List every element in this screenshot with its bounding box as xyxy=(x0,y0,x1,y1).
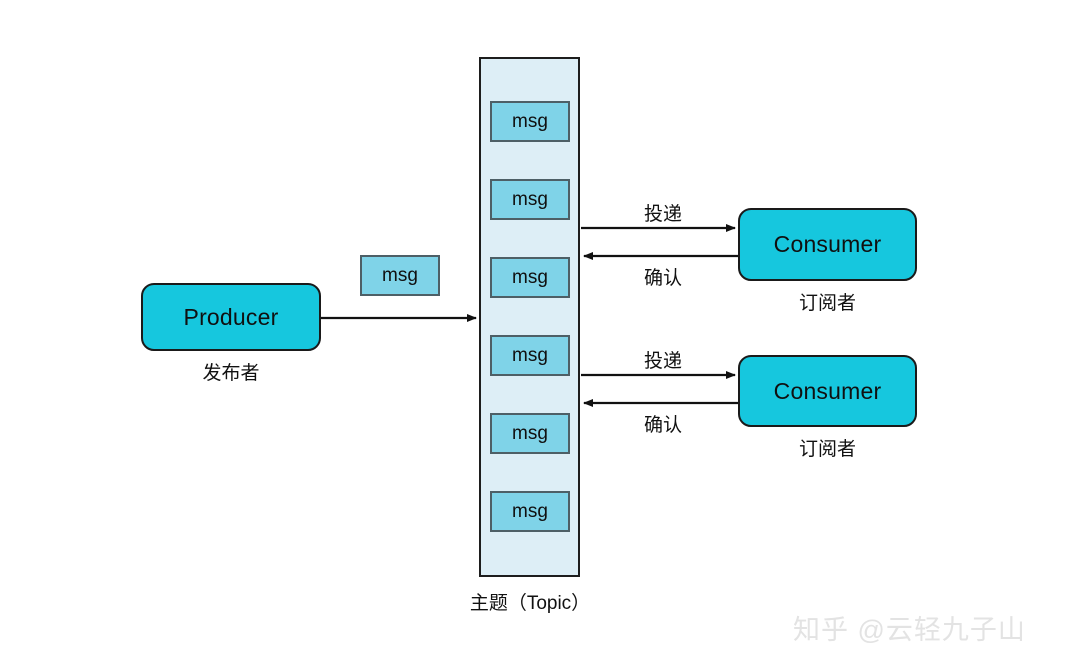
producer-label: Producer xyxy=(183,303,279,330)
watermark: 知乎 @云轻九子山 xyxy=(793,615,1026,645)
consumer-1-node[interactable]: Consumer xyxy=(738,208,917,281)
topic-message-1[interactable]: msg xyxy=(490,179,570,220)
consumer-2-deliver-label: 投递 xyxy=(643,351,682,372)
inflight-message-box[interactable]: msg xyxy=(360,255,440,296)
topic-message-label: msg xyxy=(512,266,548,288)
consumer-2-node[interactable]: Consumer xyxy=(738,355,917,427)
consumer-1-caption: 订阅者 xyxy=(798,293,856,314)
inflight-message-label: msg xyxy=(382,264,418,286)
topic-message-label: msg xyxy=(512,188,548,210)
topic-message-label: msg xyxy=(512,500,548,522)
topic-container[interactable]: msg msg msg msg msg msg xyxy=(479,57,580,577)
consumer-1-ack-label: 确认 xyxy=(643,268,682,289)
consumer-label: Consumer xyxy=(773,231,882,257)
consumer-label: Consumer xyxy=(773,377,882,404)
topic-message-label: msg xyxy=(512,344,548,366)
topic-message-5[interactable]: msg xyxy=(490,491,570,532)
topic-caption: 主题（Topic） xyxy=(469,593,591,614)
topic-message-label: msg xyxy=(512,422,548,444)
topic-message-4[interactable]: msg xyxy=(490,413,570,454)
producer-caption: 发布者 xyxy=(202,363,260,384)
topic-message-label: msg xyxy=(512,110,548,132)
topic-message-3[interactable]: msg xyxy=(490,335,570,376)
consumer-2-ack-label: 确认 xyxy=(643,415,682,436)
consumer-1-deliver-label: 投递 xyxy=(643,204,682,225)
topic-message-2[interactable]: msg xyxy=(490,257,570,298)
consumer-2-caption: 订阅者 xyxy=(798,439,856,460)
topic-message-0[interactable]: msg xyxy=(490,101,570,142)
diagram-canvas: Producer 发布者 msg msg msg msg msg msg msg… xyxy=(0,0,1080,660)
producer-node[interactable]: Producer xyxy=(141,283,321,351)
